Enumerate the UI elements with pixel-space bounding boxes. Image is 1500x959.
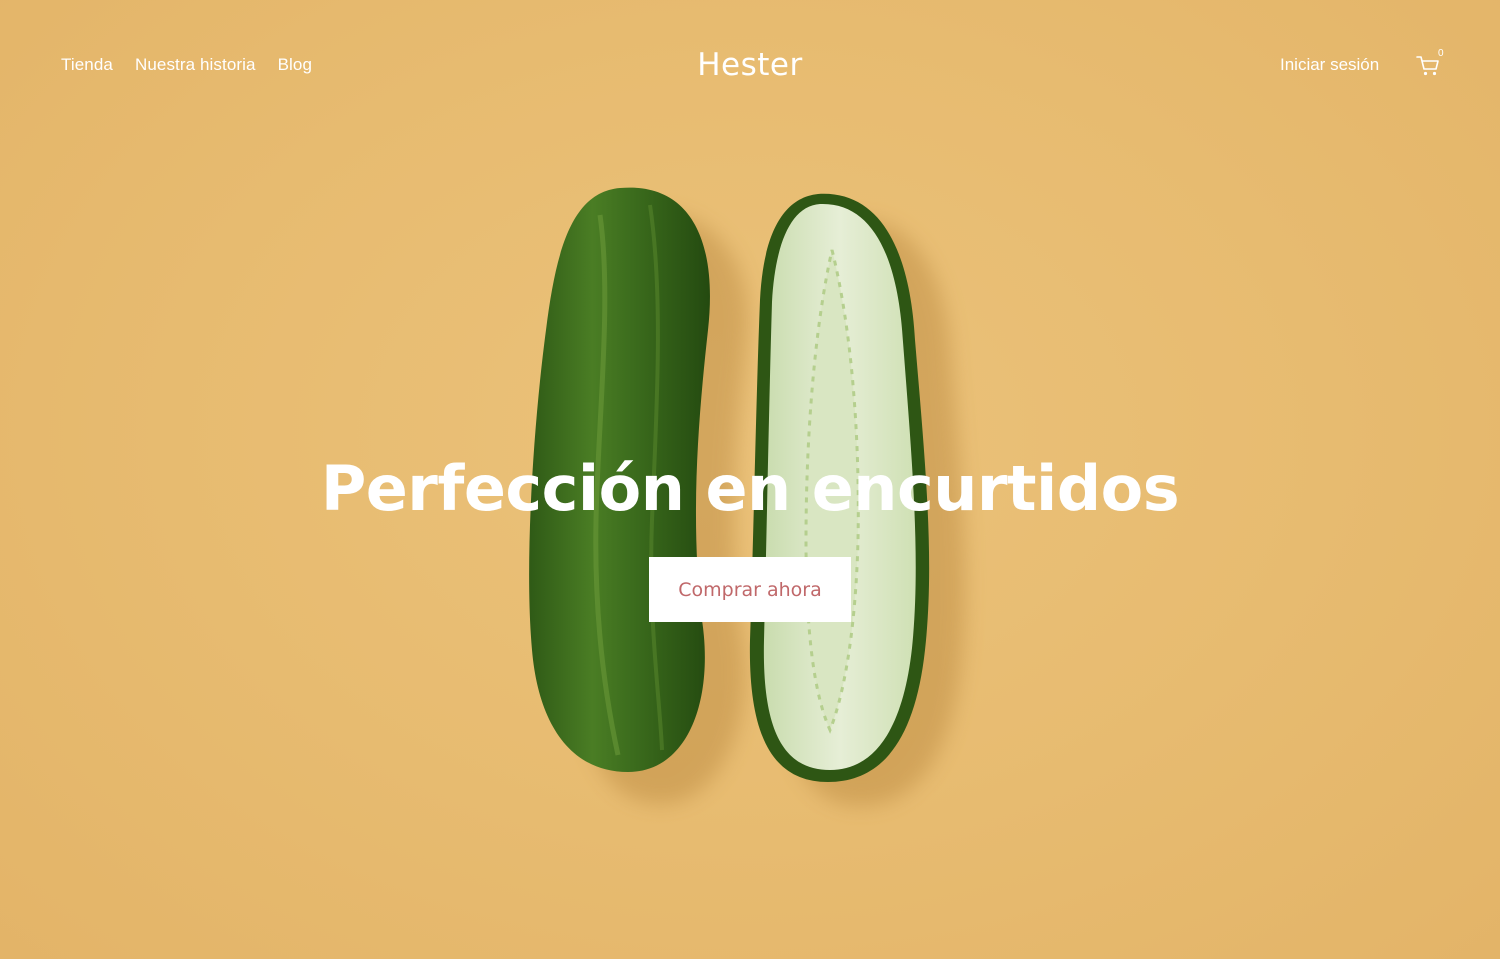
main-nav: Tienda Nuestra historia Blog (61, 54, 312, 76)
nav-link-tienda[interactable]: Tienda (61, 54, 113, 76)
brand-logo[interactable]: Hester (697, 47, 803, 83)
hero-headline: Perfección en encurtidos (320, 452, 1180, 525)
nav-link-blog[interactable]: Blog (278, 54, 312, 76)
nav-link-nuestra-historia[interactable]: Nuestra historia (135, 54, 256, 76)
cart-icon[interactable] (1416, 55, 1440, 77)
login-link[interactable]: Iniciar sesión (1280, 54, 1379, 76)
cart-count-badge: 0 (1438, 48, 1444, 59)
shop-now-button[interactable]: Comprar ahora (649, 557, 851, 622)
